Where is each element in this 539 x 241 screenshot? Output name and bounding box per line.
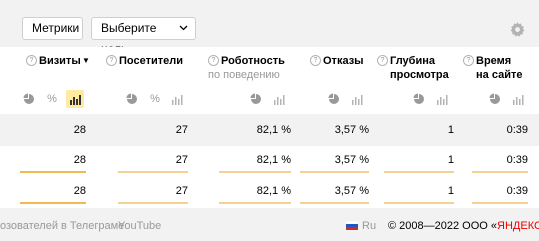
- time-share-bar: [472, 171, 528, 173]
- column-subtitle: по поведению: [208, 69, 280, 81]
- cell-time: 0:39: [506, 154, 528, 166]
- cell-visits: 28: [73, 154, 86, 166]
- cell-visitors: 27: [175, 185, 188, 197]
- robots-share-bar: [219, 202, 291, 204]
- pie-chart-icon[interactable]: [20, 90, 38, 108]
- visitors-share-bar: [118, 202, 188, 204]
- depth-share-bar: [384, 202, 454, 204]
- metrics-button[interactable]: Метрики: [22, 17, 83, 40]
- visits-share-bar: [20, 202, 86, 204]
- select-goal-dropdown[interactable]: Выберите цель: [91, 17, 196, 56]
- table-header: ? Визиты ▼ ? Посетители ? Роботность по …: [0, 47, 539, 114]
- sort-desc-icon[interactable]: ▼: [82, 54, 90, 68]
- bar-chart-icon[interactable]: [168, 90, 186, 108]
- total-bounces: 3,57 %: [334, 124, 369, 136]
- column-subtitle: на сайте: [476, 69, 523, 81]
- bar-chart-icon[interactable]: [348, 90, 366, 108]
- table-row[interactable]: 28 27 82,1 % 3,57 % 1 0:39: [0, 146, 539, 177]
- depth-share-bar: [384, 171, 454, 173]
- cell-depth: 1: [447, 185, 454, 197]
- bar-chart-icon[interactable]: [270, 90, 288, 108]
- total-visitors: 27: [175, 124, 188, 136]
- pie-chart-icon[interactable]: [325, 90, 343, 108]
- cell-time: 0:39: [506, 185, 528, 197]
- visits-share-bar: [20, 171, 86, 173]
- language-switcher[interactable]: Ru: [362, 220, 376, 232]
- time-share-bar: [472, 202, 528, 204]
- cell-visits: 28: [73, 185, 86, 197]
- bounces-share-bar: [300, 171, 369, 173]
- pie-chart-icon[interactable]: [486, 90, 504, 108]
- bar-chart-icon[interactable]: [66, 90, 84, 108]
- bounces-share-bar: [300, 202, 369, 204]
- totals-row: 28 27 82,1 % 3,57 % 1 0:39: [0, 114, 539, 146]
- cell-depth: 1: [447, 154, 454, 166]
- pie-chart-icon[interactable]: [247, 90, 265, 108]
- report-toolbar: Метрики Выберите цель: [0, 0, 539, 56]
- total-visits: 28: [73, 124, 86, 136]
- total-robots: 82,1 %: [256, 124, 291, 136]
- pie-chart-icon[interactable]: [123, 90, 141, 108]
- yandex-brand[interactable]: ЯНДЕКС: [497, 220, 539, 232]
- help-icon[interactable]: ?: [106, 55, 117, 66]
- copyright: © 2008—2022 ООО «ЯНДЕКС»: [388, 220, 539, 232]
- page-footer: озователей в Телеграме YouTube Ru © 2008…: [0, 208, 539, 241]
- column-title: Глубина: [390, 55, 435, 67]
- visitors-share-bar: [118, 171, 188, 173]
- total-depth: 1: [447, 124, 454, 136]
- cell-bounces: 3,57 %: [334, 154, 369, 166]
- total-time: 0:39: [506, 124, 528, 136]
- robots-share-bar: [219, 171, 291, 173]
- help-icon[interactable]: ?: [26, 55, 37, 66]
- youtube-link[interactable]: YouTube: [118, 220, 161, 232]
- chevron-down-icon: [179, 25, 188, 31]
- percent-icon[interactable]: %: [146, 90, 164, 108]
- column-title: Посетители: [119, 55, 183, 67]
- copyright-prefix: © 2008—2022 ООО «: [388, 220, 498, 232]
- help-icon[interactable]: ?: [310, 55, 321, 66]
- telegram-link[interactable]: озователей в Телеграме: [0, 220, 124, 232]
- gear-icon[interactable]: [510, 22, 525, 37]
- cell-visitors: 27: [175, 154, 188, 166]
- help-icon[interactable]: ?: [463, 55, 474, 66]
- column-title: Время: [476, 55, 512, 67]
- column-title: Отказы: [323, 55, 364, 67]
- russia-flag-icon[interactable]: [346, 221, 358, 230]
- cell-robots: 82,1 %: [256, 154, 291, 166]
- percent-icon[interactable]: %: [43, 90, 61, 108]
- column-subtitle: просмотра: [390, 69, 449, 81]
- table-row[interactable]: 28 27 82,1 % 3,57 % 1 0:39: [0, 177, 539, 208]
- cell-robots: 82,1 %: [256, 185, 291, 197]
- column-title: Визиты: [39, 55, 81, 67]
- bar-chart-icon[interactable]: [433, 90, 451, 108]
- cell-bounces: 3,57 %: [334, 185, 369, 197]
- column-title: Роботность: [221, 55, 285, 67]
- help-icon[interactable]: ?: [377, 55, 388, 66]
- help-icon[interactable]: ?: [208, 55, 219, 66]
- bar-chart-icon[interactable]: [509, 90, 527, 108]
- pie-chart-icon[interactable]: [410, 90, 428, 108]
